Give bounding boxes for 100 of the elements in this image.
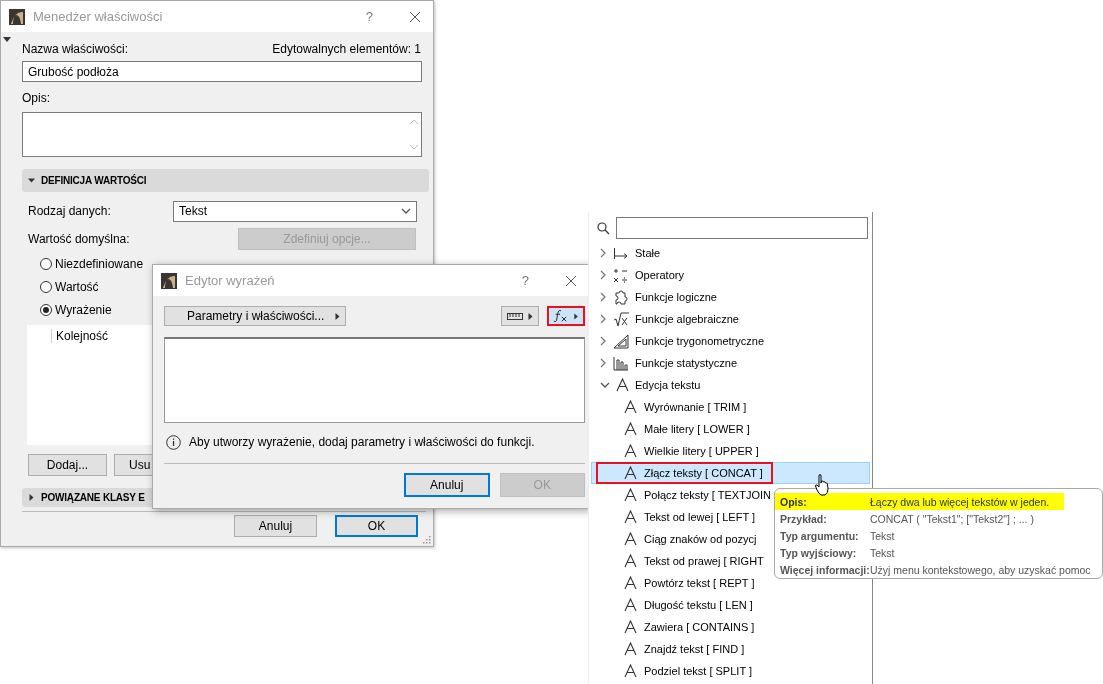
chevron-down-icon[interactable] — [401, 207, 411, 215]
search-field[interactable] — [616, 217, 868, 239]
tree-item[interactable]: Wielkie litery [ UPPER ] — [591, 440, 870, 462]
tree-item-label: Wielkie litery [ UPPER ] — [644, 445, 759, 457]
letter-a-icon — [624, 664, 637, 678]
tree-item-label: Ciąg znaków od pozycj — [644, 533, 757, 545]
ruler-menu-button[interactable] — [501, 306, 539, 326]
tree-item[interactable]: Stałe — [591, 242, 870, 264]
letter-a-icon — [624, 444, 637, 458]
dialog-button[interactable]: Anuluj — [234, 515, 317, 537]
letter-a-icon — [624, 576, 637, 590]
math-operators-icon — [613, 267, 629, 283]
tree-item[interactable]: Zawiera [ CONTAINS ] — [591, 616, 870, 638]
tooltip-value: Użyj menu kontekstowego, aby uzyskać pomoc — [870, 563, 1092, 576]
search-icon — [597, 221, 610, 235]
tree-item-label: Znajdź tekst [ FIND ] — [644, 643, 745, 655]
tree-item-label: Wyrównanie [ TRIM ] — [644, 401, 747, 413]
tooltip-value: Tekst — [870, 529, 896, 542]
triangle-icon — [526, 312, 534, 320]
function-menu-button[interactable] — [547, 306, 585, 326]
tree-item-label: Tekst od lewej [ LEFT ] — [644, 511, 756, 523]
expression-field[interactable] — [164, 337, 585, 423]
app-logo-icon — [161, 272, 177, 289]
window-title: Menedżer właściwości — [33, 9, 164, 24]
field-label: Wartość domyślna: — [28, 232, 131, 246]
tree-item[interactable]: Wyrównanie [ TRIM ] — [591, 396, 870, 418]
tree-item[interactable]: Operatory — [591, 264, 870, 286]
list-button[interactable]: Dodaj... — [28, 454, 107, 476]
tooltip-label: Typ wyjściowy: — [780, 546, 858, 559]
resize-grip-icon[interactable] — [422, 535, 431, 544]
letter-a-icon — [624, 620, 637, 634]
tooltip-label: Więcej informacji: — [780, 563, 870, 576]
puzzle-icon — [613, 289, 629, 305]
tree-item-label: Tekst od prawej [ RIGHT — [644, 555, 764, 567]
triangle-icon — [572, 312, 579, 320]
tree-item[interactable]: Podziel tekst [ SPLIT ] — [591, 660, 870, 682]
chevron-right-icon[interactable] — [600, 358, 607, 368]
tooltip-label: Opis: — [780, 495, 808, 508]
letter-a-icon — [624, 466, 637, 480]
name-field[interactable]: Grubość podłoża — [22, 61, 422, 82]
letter-a-icon — [624, 400, 637, 414]
letter-a-icon — [616, 378, 629, 392]
radio-button[interactable] — [40, 280, 52, 293]
tree-item[interactable]: Małe litery [ LOWER ] — [591, 418, 870, 440]
window-title: Edytor wyrażeń — [185, 273, 276, 288]
tree-item[interactable]: Edycja tekstu — [591, 374, 870, 396]
chevron-right-icon[interactable] — [600, 248, 607, 258]
chevron-right-icon[interactable] — [600, 270, 607, 280]
tree-item[interactable]: Funkcje logiczne — [591, 286, 870, 308]
tree-item-label: Małe litery [ LOWER ] — [644, 423, 750, 435]
radio-button[interactable] — [40, 303, 52, 316]
tooltip-value: Tekst — [870, 546, 896, 559]
radio-label[interactable]: Niezdefiniowane — [55, 256, 144, 271]
parameters-menu-button[interactable]: Parametry i właściwości... — [164, 306, 346, 326]
letter-a-icon — [624, 532, 637, 546]
tree-item-label: Złącz teksty [ CONCAT ] — [644, 467, 763, 479]
tree-item[interactable]: Funkcje algebraiczne — [591, 308, 870, 330]
tree-item[interactable]: Złącz teksty [ CONCAT ] — [591, 462, 870, 484]
tree-item[interactable]: Długość tekstu [ LEN ] — [591, 594, 870, 616]
radio-label[interactable]: Wartość — [55, 279, 99, 294]
help-button[interactable]: ? — [365, 9, 373, 24]
tree-item[interactable]: Znajdź tekst [ FIND ] — [591, 638, 870, 660]
close-icon[interactable] — [565, 274, 577, 287]
radio-button[interactable] — [40, 257, 52, 270]
triangle-icon — [28, 177, 35, 184]
function-icon — [553, 309, 569, 323]
close-icon[interactable] — [409, 10, 421, 23]
tooltip-label: Typ argumentu: — [780, 529, 860, 542]
tree-item-label: Podziel tekst [ SPLIT ] — [644, 665, 752, 677]
chevron-right-icon[interactable] — [600, 292, 607, 302]
letter-a-icon — [624, 554, 637, 568]
letter-a-icon — [624, 510, 637, 524]
tooltip-label: Przykład: — [780, 512, 828, 525]
chevron-right-icon[interactable] — [600, 314, 607, 324]
tree-item-label: Zawiera [ CONTAINS ] — [644, 621, 755, 633]
root-icon — [613, 311, 629, 327]
letter-a-icon — [624, 488, 637, 502]
tree-item[interactable]: Funkcje statystyczne — [591, 352, 870, 374]
tooltip-value: CONCAT ( "Tekst1"; ["Tekst2"] ; ... ) — [870, 512, 1035, 525]
tree-item-label: Długość tekstu [ LEN ] — [644, 599, 753, 611]
column-header: Kolejność — [51, 329, 109, 343]
tree-item[interactable]: Funkcje trygonometryczne — [591, 330, 870, 352]
edit-count-text: Edytowalnych elementów: 1 — [272, 42, 421, 56]
chevron-right-icon[interactable] — [600, 336, 607, 346]
chevron-down-icon[interactable] — [600, 381, 610, 389]
caret-icon[interactable] — [3, 37, 11, 42]
letter-a-icon — [624, 422, 637, 436]
ruler-icon — [506, 312, 523, 320]
dialog-button[interactable]: Anuluj — [404, 473, 490, 497]
dialog-button[interactable]: OK — [335, 515, 418, 537]
tree-item-label: Powtórz tekst [ REPT ] — [644, 577, 755, 589]
tree-item-label: Połącz teksty [ TEXTJOIN — [644, 489, 771, 501]
section-header[interactable]: DEFINICJA WARTOŚCI — [22, 169, 429, 192]
triangle-icon — [334, 312, 341, 320]
field-label: Rodzaj danych: — [28, 204, 112, 218]
radio-label[interactable]: Wyrażenie — [55, 302, 112, 317]
help-button[interactable]: ? — [521, 273, 529, 288]
data-type-dropdown[interactable]: Tekst — [173, 200, 417, 222]
tooltip-value: Łączy dwa lub więcej tekstów w jeden. — [870, 495, 1051, 508]
field-label: Opis: — [22, 91, 51, 107]
